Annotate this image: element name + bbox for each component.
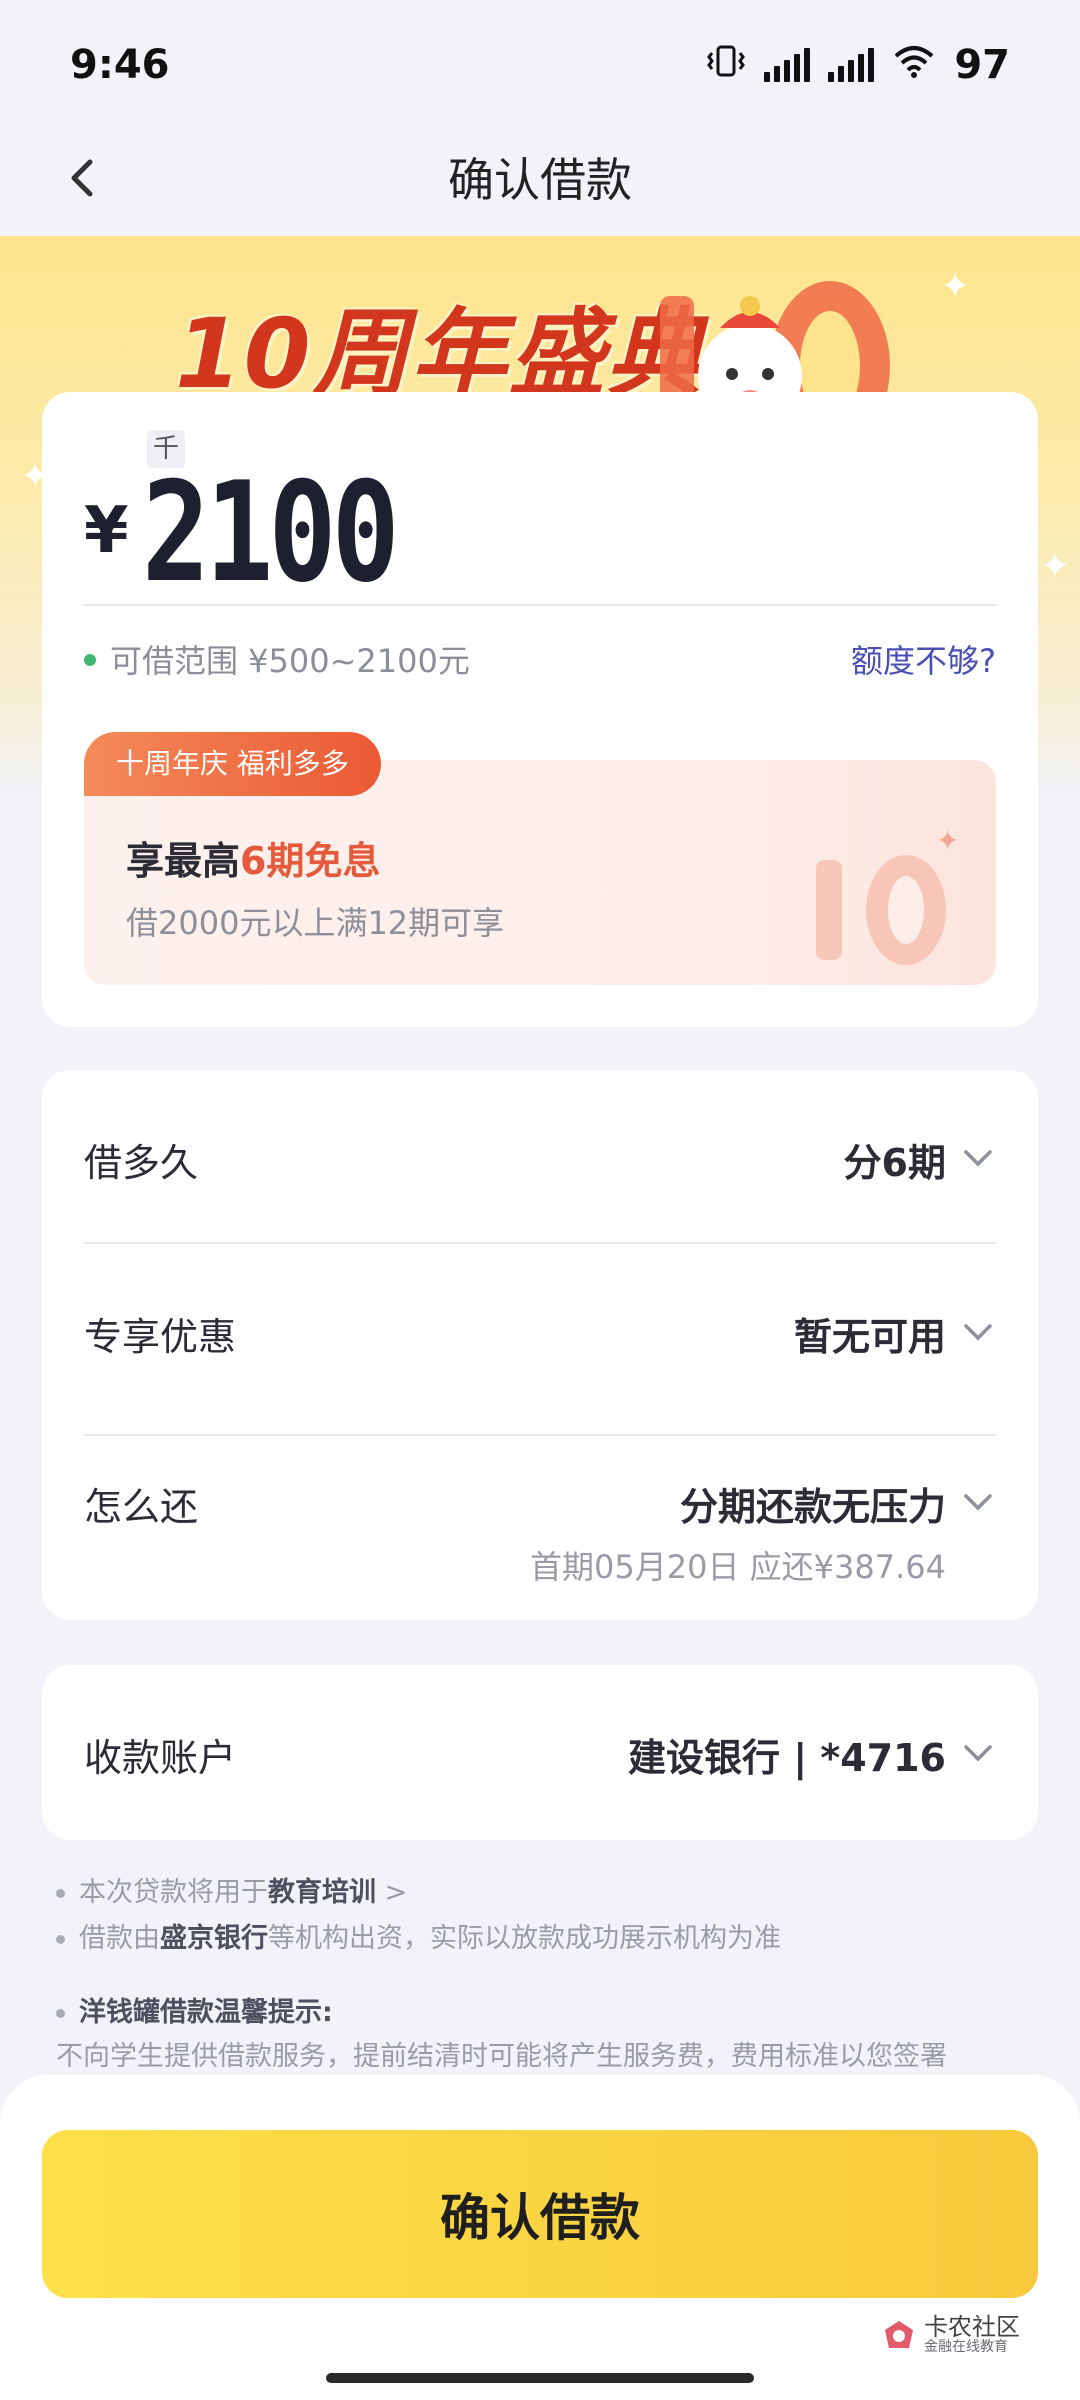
home-indicator[interactable] bbox=[326, 2373, 754, 2383]
divider bbox=[84, 1434, 996, 1436]
sparkle-icon: ✦ bbox=[1040, 546, 1071, 587]
chevron-down-icon bbox=[964, 1324, 992, 1341]
tips-title: 洋钱罐借款温馨提示: bbox=[56, 1990, 333, 2029]
bullet-icon bbox=[56, 1935, 65, 1944]
nav-bar: 确认借款 bbox=[0, 120, 1080, 235]
note-text: 借款由 bbox=[79, 1923, 160, 1954]
wifi-icon bbox=[892, 43, 936, 87]
bullet-icon bbox=[56, 1889, 65, 1898]
divider bbox=[84, 1242, 996, 1244]
bottom-bar: 确认借款 卡农社区 金融在线教育 bbox=[0, 2075, 1080, 2400]
bullet-icon bbox=[56, 2009, 65, 2018]
currency-symbol: ¥ bbox=[84, 494, 129, 568]
battery-level: 97 bbox=[954, 42, 1010, 88]
status-icons: 97 bbox=[706, 42, 1010, 88]
tips-body: 不向学生提供借款服务，提前结清时可能将产生服务费，费用标准以您签署 bbox=[56, 2041, 947, 2072]
amount-card: 千 ¥ 2100 可借范围 ¥500~2100元 额度不够? 享最高6期免息 借… bbox=[42, 392, 1038, 1027]
lender-note: 借款由盛京银行等机构出资，实际以放款成功展示机构为准 bbox=[56, 1916, 781, 1955]
loan-details-card: 借多久 分6期 专享优惠 暂无可用 怎么还 分期还款无压力 首期05月20日 应… bbox=[42, 1070, 1038, 1620]
note-text: 本次贷款将用于 bbox=[79, 1877, 268, 1908]
vibrate-icon bbox=[706, 43, 746, 87]
promo-headline: 享最高6期免息 bbox=[126, 830, 380, 885]
promo-headline-prefix: 享最高 bbox=[126, 839, 241, 883]
loan-amount-input[interactable]: 2100 bbox=[142, 452, 400, 613]
repayment-label: 怎么还 bbox=[84, 1485, 199, 1529]
promo-subtext: 借2000元以上满12期可享 bbox=[126, 904, 505, 942]
repayment-value: 分期还款无压力 bbox=[679, 1485, 946, 1529]
account-value: 建设银行 | *4716 bbox=[628, 1736, 946, 1780]
first-repayment-text: 首期05月20日 应还¥387.64 bbox=[530, 1548, 946, 1586]
status-bar: 9:46 97 bbox=[0, 0, 1080, 130]
watermark-line2: 金融在线教育 bbox=[924, 2339, 1008, 2356]
signal-icon-2 bbox=[828, 48, 875, 82]
promo-tag: 十周年庆 福利多多 bbox=[84, 732, 381, 796]
loan-purpose: 教育培训 bbox=[268, 1877, 376, 1908]
signal-icon bbox=[764, 48, 811, 82]
status-time: 9:46 bbox=[70, 42, 170, 88]
watermark-logo-icon bbox=[885, 2320, 913, 2348]
receiving-account-card[interactable]: 收款账户 建设银行 | *4716 bbox=[42, 1665, 1038, 1840]
svg-text:✦: ✦ bbox=[936, 824, 959, 857]
note-text: 等机构出资，实际以放款成功展示机构为准 bbox=[268, 1923, 781, 1954]
lender-name: 盛京银行 bbox=[160, 1923, 268, 1954]
confirm-loan-button[interactable]: 确认借款 bbox=[42, 2130, 1038, 2298]
account-label: 收款账户 bbox=[84, 1736, 237, 1780]
sparkle-icon: ✦ bbox=[940, 266, 971, 307]
term-value: 分6期 bbox=[843, 1141, 946, 1185]
anniversary-ten-icon: ✦ bbox=[816, 824, 959, 965]
chevron-down-icon bbox=[964, 1150, 992, 1167]
chevron-down-icon bbox=[964, 1494, 992, 1511]
status-dot-icon bbox=[84, 654, 96, 666]
watermark-text: 卡农社区 金融在线教育 bbox=[924, 2313, 1020, 2356]
term-label: 借多久 bbox=[84, 1141, 199, 1185]
divider bbox=[84, 604, 996, 606]
promo-highlight: 6期免息 bbox=[240, 839, 381, 883]
quota-insufficient-link[interactable]: 额度不够? bbox=[851, 636, 996, 682]
page-title: 确认借款 bbox=[448, 153, 632, 207]
chevron-right-icon: > bbox=[384, 1877, 408, 1908]
discount-value: 暂无可用 bbox=[793, 1315, 946, 1359]
watermark-line1: 卡农社区 bbox=[924, 2313, 1020, 2341]
tips-title-text: 洋钱罐借款温馨提示: bbox=[79, 1997, 333, 2028]
discount-label: 专享优惠 bbox=[84, 1315, 237, 1359]
loan-purpose-note[interactable]: 本次贷款将用于教育培训 > bbox=[56, 1870, 407, 1909]
watermark: 卡农社区 金融在线教育 bbox=[882, 2313, 1020, 2356]
chevron-down-icon bbox=[964, 1745, 992, 1762]
loan-range-text: 可借范围 ¥500~2100元 bbox=[110, 642, 470, 680]
